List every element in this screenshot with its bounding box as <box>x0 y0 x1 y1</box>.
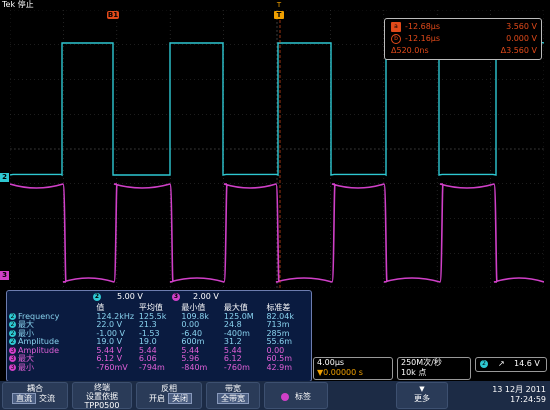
cursor-b-time: -12.16μs <box>405 34 441 43</box>
coupling-dc-option[interactable]: 直流 <box>12 393 36 404</box>
chevron-down-icon: ▼ <box>419 385 425 393</box>
acquisition-readout[interactable]: 250M次/秒 10k 点 <box>397 357 471 380</box>
cursor-b-volt: 0.000 V <box>506 34 537 43</box>
ch2-level-marker[interactable]: 2 <box>0 173 9 182</box>
measurement-row[interactable]: 3 最小 -760mV -794m -840m -760m 42.9m <box>9 362 309 373</box>
bottom-menu: 耦合 直流 交流 终端 设置依据 TPP0500 反相 开启 关闭 带宽 全带宽 标… <box>0 381 550 410</box>
ch2-chip-icon: 2 <box>9 321 16 328</box>
cursor-delta-volt: Δ3.560 V <box>500 46 537 55</box>
trigger-delay: ▼0.00000 s <box>317 368 363 377</box>
ch2-chip-icon: 2 <box>9 329 16 337</box>
acquisition-status: Tek 停止 <box>2 0 34 9</box>
measurement-mean: -794m <box>138 362 165 372</box>
bandwidth-button[interactable]: 带宽 全带宽 <box>206 382 260 409</box>
measurement-row[interactable]: 3 Amplitude 5.44 V 5.44 5.44 5.44 0.00 <box>9 346 309 356</box>
date-time: 13 12月 2011 17:24:59 <box>492 385 546 405</box>
coupling-button[interactable]: 耦合 直流 交流 <box>2 382 68 409</box>
measurement-label: 最小 <box>18 362 34 372</box>
cursor-readout: a -12.68μs 3.560 V b -12.16μs 0.000 V Δ5… <box>384 18 542 60</box>
ch3-scale-icon[interactable]: 3 <box>172 293 180 301</box>
termination-button[interactable]: 终端 设置依据 TPP0500 <box>72 382 132 410</box>
timebase-readout[interactable]: 4.00μs ▼0.00000 s <box>313 357 393 380</box>
trigger-position-icon[interactable]: T <box>274 1 284 10</box>
cursor-delta-row: Δ520.0ns Δ3.560 V <box>391 45 537 56</box>
time: 17:24:59 <box>510 395 546 404</box>
ch2-chip-icon: 2 <box>9 312 16 320</box>
measurement-table: 值 平均值 最小值 最大值 标准差 2 Frequency 124.2kHz 12… <box>9 303 309 373</box>
record-length: 10k 点 <box>401 368 427 377</box>
ch2-chip-icon: 2 <box>9 338 16 345</box>
probe-model: TPP0500 <box>84 401 120 410</box>
invert-off-option[interactable]: 关闭 <box>168 393 192 404</box>
coupling-title: 耦合 <box>27 384 43 393</box>
date: 13 12月 2011 <box>492 385 546 394</box>
trigger-source-icon: 2 <box>480 360 488 368</box>
ch3-chip-icon: 3 <box>9 346 16 354</box>
label-button[interactable]: 标签 <box>264 382 328 409</box>
cursor-delta-time: Δ520.0ns <box>391 46 429 55</box>
bandwidth-title: 带宽 <box>225 384 241 393</box>
more-label: 更多 <box>414 394 430 403</box>
invert-button[interactable]: 反相 开启 关闭 <box>136 382 202 409</box>
measurement-std: 42.9m <box>266 362 293 372</box>
coupling-ac-option[interactable]: 交流 <box>36 394 58 403</box>
label-indicator-icon <box>281 392 289 401</box>
sample-rate: 250M次/秒 <box>401 358 442 367</box>
more-button[interactable]: ▼ 更多 <box>396 382 448 409</box>
measurement-value: -760mV <box>96 362 128 372</box>
channel-scale-row: 2 5.00 V 3 2.00 V <box>7 291 311 303</box>
trigger-readout[interactable]: 2 ↗ 14.6 V <box>475 357 547 372</box>
ch3-chip-icon: 3 <box>9 363 16 371</box>
termination-setting: 设置依据 <box>86 392 118 401</box>
cursor-a-volt: 3.560 V <box>506 22 537 31</box>
measurement-max: -760m <box>223 362 250 372</box>
invert-title: 反相 <box>161 384 177 393</box>
measurement-row[interactable]: 2 Frequency 124.2kHz 125.5k 109.8k 125.0M… <box>9 312 309 322</box>
ch3-scale[interactable]: 2.00 V <box>193 292 219 302</box>
ch2-scale[interactable]: 5.00 V <box>117 292 143 302</box>
cursor-b-icon: b <box>391 34 401 44</box>
timebase-per-div: 4.00μs <box>317 358 345 367</box>
oscilloscope-screen: Tek 停止 T T B1 2 3 a -12.68μs 3.560 V b -… <box>0 0 550 410</box>
trigger-slope-icon: ↗ <box>498 359 505 368</box>
measurement-panel: 2 5.00 V 3 2.00 V 值 平均值 最小值 最大值 标准差 2 Fre… <box>6 290 312 382</box>
cursor-a-icon: a <box>391 22 401 32</box>
cursor-b-row: b -12.16μs 0.000 V <box>391 33 537 44</box>
ch3-chip-icon: 3 <box>9 355 16 362</box>
measurement-min: -840m <box>181 362 208 372</box>
ch3-level-marker[interactable]: 3 <box>0 271 9 280</box>
cursor-a-row: a -12.68μs 3.560 V <box>391 21 537 32</box>
bandwidth-full-option[interactable]: 全带宽 <box>217 393 249 404</box>
label-button-text: 标签 <box>295 392 311 401</box>
ch2-scale-icon[interactable]: 2 <box>93 293 101 301</box>
bus-b1-marker[interactable]: B1 <box>107 11 119 19</box>
trigger-position-marker[interactable]: T <box>274 11 284 19</box>
invert-on-option[interactable]: 开启 <box>146 394 168 403</box>
termination-title: 终端 <box>94 383 110 392</box>
cursor-a-time: -12.68μs <box>405 22 441 31</box>
trigger-level: 14.6 V <box>514 359 540 368</box>
